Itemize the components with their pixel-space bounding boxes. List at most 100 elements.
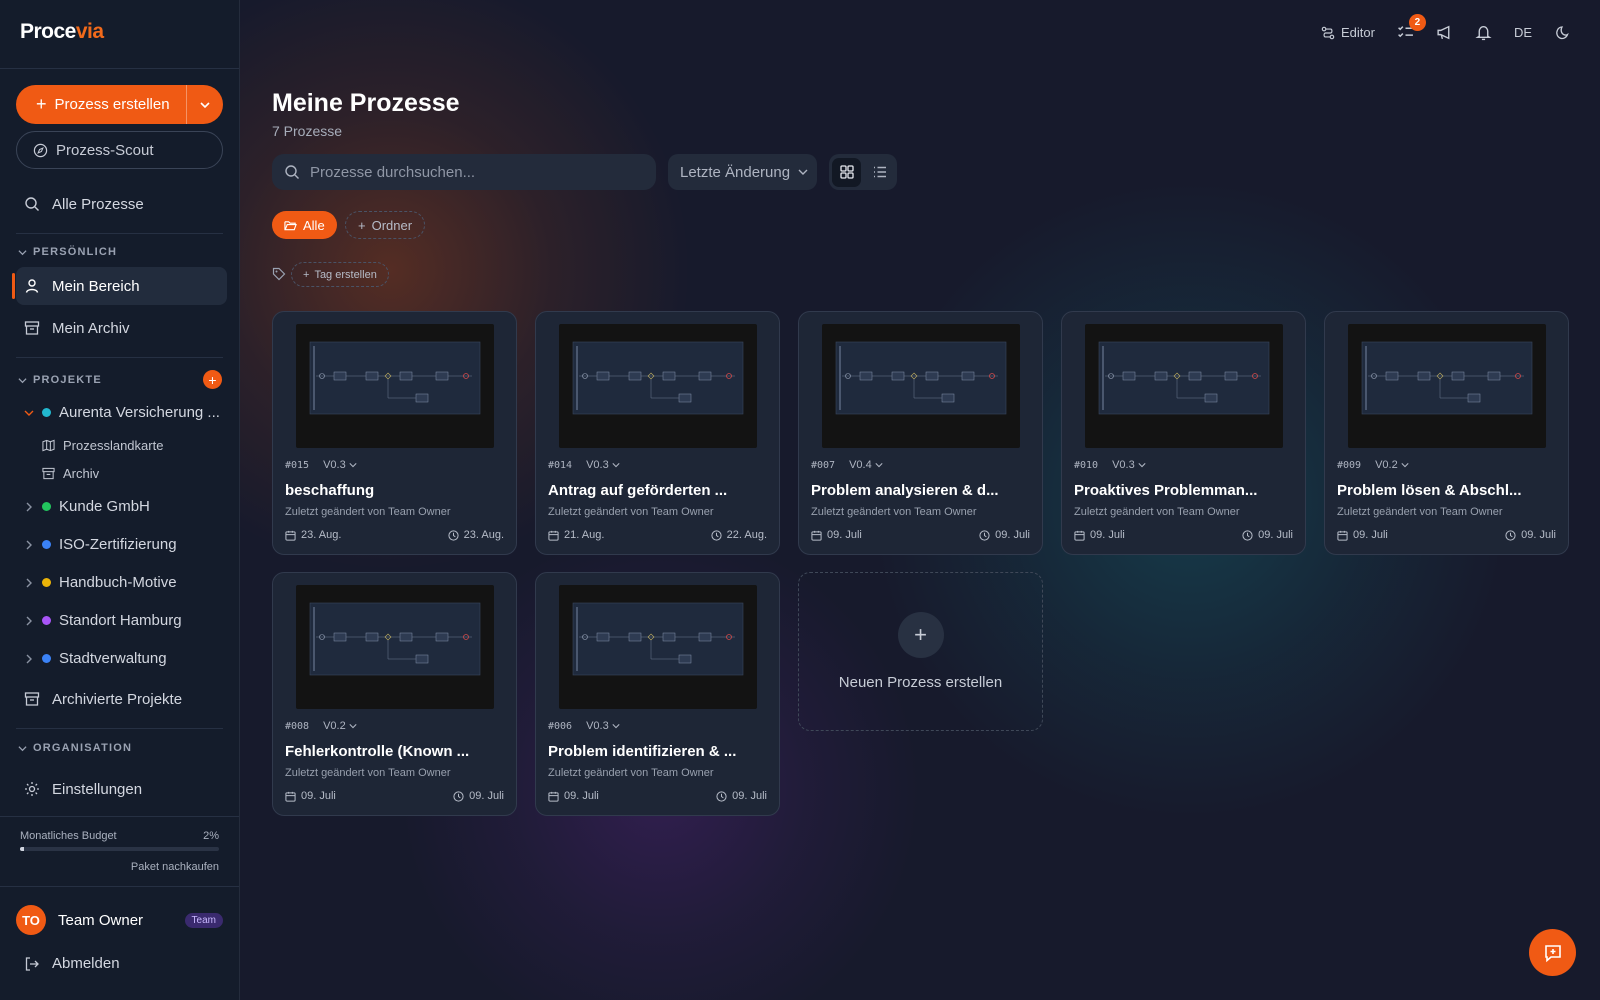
- gear-icon: [25, 782, 39, 796]
- language-switch[interactable]: DE: [1514, 25, 1532, 40]
- process-thumbnail: [559, 324, 757, 448]
- grid-view-button[interactable]: [832, 157, 861, 187]
- section-projects[interactable]: PROJEKTE: [18, 374, 102, 386]
- process-diagram-preview: [572, 341, 744, 415]
- version-dropdown[interactable]: V0.3: [323, 459, 357, 471]
- folder-filter-all[interactable]: Alle: [272, 211, 337, 239]
- project-name: Handbuch-Motive: [59, 574, 177, 591]
- created-date: 09. Juli: [285, 790, 336, 802]
- project-item[interactable]: ISO-Zertifizierung: [24, 536, 177, 553]
- process-number: #010: [1074, 459, 1099, 471]
- chevron-down-icon: [1138, 463, 1146, 468]
- sort-dropdown[interactable]: Letzte Änderung: [668, 154, 817, 190]
- process-card[interactable]: #007 V0.4 Problem analysieren & d... Zul…: [798, 311, 1043, 555]
- add-folder-button[interactable]: + Ordner: [345, 211, 426, 239]
- last-modified-by: Zuletzt geändert von Team Owner: [811, 506, 977, 518]
- new-process-card[interactable]: + Neuen Prozess erstellen: [798, 572, 1043, 731]
- logout-label: Abmelden: [52, 955, 120, 972]
- sub-item-archive[interactable]: Archiv: [42, 466, 99, 481]
- list-view-button[interactable]: [865, 158, 894, 187]
- chevron-down-icon: [349, 724, 357, 729]
- process-card[interactable]: #008 V0.2 Fehlerkontrolle (Known ... Zul…: [272, 572, 517, 816]
- chevron-down-icon: [612, 724, 620, 729]
- version-dropdown[interactable]: V0.2: [1375, 459, 1409, 471]
- tasks-button[interactable]: 2: [1397, 14, 1426, 41]
- process-card[interactable]: #009 V0.2 Problem lösen & Abschl... Zule…: [1324, 311, 1569, 555]
- project-color-dot: [42, 578, 51, 587]
- theme-toggle[interactable]: [1554, 25, 1570, 41]
- process-number: #014: [548, 459, 573, 471]
- search-box[interactable]: [272, 154, 656, 190]
- project-name: Standort Hamburg: [59, 612, 182, 629]
- user-profile[interactable]: TO Team Owner Team: [16, 904, 223, 936]
- project-item[interactable]: Handbuch-Motive: [24, 574, 177, 591]
- last-modified-by: Zuletzt geändert von Team Owner: [285, 767, 451, 779]
- project-item[interactable]: Standort Hamburg: [24, 612, 182, 629]
- sidebar-divider: [0, 68, 239, 69]
- sidebar: Procevia + Prozess erstellen Prozess-Sco…: [0, 0, 240, 1000]
- version-dropdown[interactable]: V0.3: [1112, 459, 1146, 471]
- buy-package-link[interactable]: Paket nachkaufen: [131, 861, 219, 873]
- process-thumbnail: [296, 585, 494, 709]
- process-title: Problem identifizieren & ...: [548, 743, 737, 760]
- chevron-down-icon: [18, 377, 27, 383]
- created-date: 09. Juli: [548, 790, 599, 802]
- section-organisation[interactable]: ORGANISATION: [18, 742, 132, 754]
- nav-my-area[interactable]: Mein Bereich: [12, 267, 227, 305]
- app-logo[interactable]: Procevia: [20, 20, 104, 44]
- process-diagram-preview: [1361, 341, 1533, 415]
- process-card[interactable]: #014 V0.3 Antrag auf geförderten ... Zul…: [535, 311, 780, 555]
- bell-icon: [1475, 25, 1492, 41]
- clock-icon: [1242, 529, 1253, 541]
- add-project-button[interactable]: +: [203, 370, 222, 389]
- create-process-main[interactable]: + Prozess erstellen: [16, 85, 186, 124]
- process-card[interactable]: #015 V0.3 beschaffung Zuletzt geändert v…: [272, 311, 517, 555]
- create-tag-button[interactable]: + Tag erstellen: [291, 262, 389, 287]
- process-scout-button[interactable]: Prozess-Scout: [16, 131, 223, 169]
- last-modified-by: Zuletzt geändert von Team Owner: [1074, 506, 1240, 518]
- nav-all-processes-label: Alle Prozesse: [52, 195, 144, 213]
- nav-my-archive[interactable]: Mein Archiv: [16, 309, 227, 347]
- nav-archived-projects[interactable]: Archivierte Projekte: [16, 680, 227, 718]
- updated-date-label: 22. Aug.: [726, 529, 767, 541]
- project-name: Kunde GmbH: [59, 498, 150, 515]
- clock-icon: [1505, 529, 1516, 541]
- sidebar-divider: [0, 886, 239, 887]
- project-item[interactable]: Aurenta Versicherung ...: [24, 404, 220, 421]
- announcements-button[interactable]: [1436, 24, 1453, 41]
- version-dropdown[interactable]: V0.2: [323, 720, 357, 732]
- project-color-dot: [42, 654, 51, 663]
- create-process-label: Prozess erstellen: [54, 96, 170, 113]
- create-process-dropdown[interactable]: [187, 85, 223, 124]
- logout-button[interactable]: Abmelden: [24, 955, 120, 972]
- editor-button[interactable]: Editor: [1321, 25, 1375, 40]
- card-meta: #007 V0.4: [811, 459, 883, 471]
- version-dropdown[interactable]: V0.3: [586, 720, 620, 732]
- search-input[interactable]: [310, 163, 630, 181]
- chat-support-button[interactable]: [1529, 929, 1576, 976]
- view-toggle: [829, 154, 897, 190]
- plus-icon: +: [358, 217, 366, 233]
- tag-icon: [272, 267, 286, 281]
- process-card[interactable]: #010 V0.3 Proaktives Problemman... Zulet…: [1061, 311, 1306, 555]
- nav-settings[interactable]: Einstellungen: [16, 770, 227, 808]
- project-item[interactable]: Stadtverwaltung: [24, 650, 167, 667]
- clock-icon: [448, 529, 459, 541]
- nav-all-processes[interactable]: Alle Prozesse: [16, 185, 227, 223]
- budget-percent: 2%: [203, 830, 219, 842]
- project-item[interactable]: Kunde GmbH: [24, 498, 150, 515]
- updated-date: 09. Juli: [453, 790, 504, 802]
- create-process-button[interactable]: + Prozess erstellen: [16, 85, 223, 124]
- sub-item-process-map[interactable]: Prozesslandkarte: [42, 438, 163, 453]
- version-dropdown[interactable]: V0.3: [586, 459, 620, 471]
- updated-date-label: 09. Juli: [1521, 529, 1556, 541]
- sidebar-divider: [0, 816, 239, 817]
- section-personal[interactable]: PERSÖNLICH: [18, 246, 117, 258]
- created-date: 09. Juli: [1337, 529, 1388, 541]
- version-dropdown[interactable]: V0.4: [849, 459, 883, 471]
- process-card[interactable]: #006 V0.3 Problem identifizieren & ... Z…: [535, 572, 780, 816]
- create-tag-label: Tag erstellen: [314, 268, 377, 281]
- notifications-button[interactable]: [1475, 24, 1492, 41]
- card-meta: #008 V0.2: [285, 720, 357, 732]
- sub-item-label: Archiv: [63, 466, 100, 481]
